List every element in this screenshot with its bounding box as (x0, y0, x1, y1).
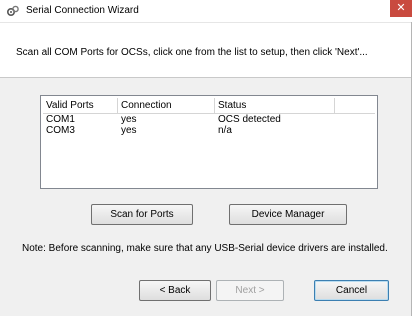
list-header: Valid Ports Connection Status (43, 98, 377, 114)
wizard-window: Serial Connection Wizard ✕ Scan all COM … (0, 0, 412, 316)
next-button[interactable]: Next > (216, 280, 284, 301)
wizard-gear-icon (6, 4, 20, 18)
driver-note: Note: Before scanning, make sure that an… (22, 243, 388, 254)
ports-listview[interactable]: Valid Ports Connection Status COM1 yes O… (40, 95, 378, 189)
cell-status: OCS detected (218, 114, 281, 125)
list-rows: COM1 yes OCS detected COM3 yes n/a (43, 114, 375, 136)
back-button[interactable]: < Back (139, 280, 211, 301)
instruction-text: Scan all COM Ports for OCSs, click one f… (16, 47, 368, 58)
table-row[interactable]: COM1 yes OCS detected (43, 114, 375, 125)
title-bar[interactable]: Serial Connection Wizard ✕ (0, 0, 412, 23)
column-header-connection[interactable]: Connection (118, 98, 215, 113)
close-button[interactable]: ✕ (390, 0, 412, 17)
device-manager-button[interactable]: Device Manager (229, 204, 347, 225)
cancel-button[interactable]: Cancel (314, 280, 389, 301)
cell-connection: yes (121, 125, 137, 136)
cell-status: n/a (218, 125, 232, 136)
column-header-valid-ports[interactable]: Valid Ports (43, 98, 118, 113)
scan-for-ports-button[interactable]: Scan for Ports (91, 204, 193, 225)
cell-port: COM1 (46, 114, 75, 125)
window-title: Serial Connection Wizard (26, 5, 139, 16)
cell-port: COM3 (46, 125, 75, 136)
table-row[interactable]: COM3 yes n/a (43, 125, 375, 136)
cell-connection: yes (121, 114, 137, 125)
column-header-status[interactable]: Status (215, 98, 335, 113)
column-header-empty[interactable] (335, 98, 377, 113)
